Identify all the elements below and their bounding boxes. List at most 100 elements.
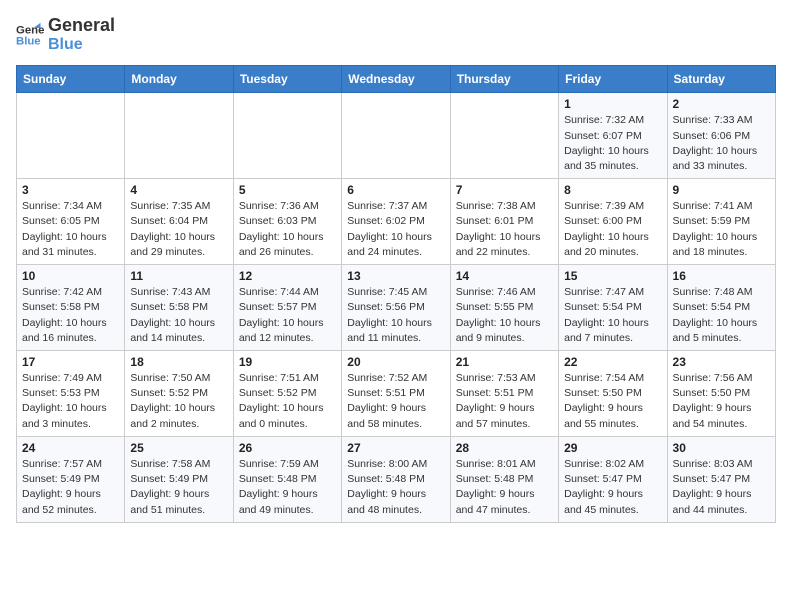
- calendar-cell: 20 Sunrise: 7:52 AM Sunset: 5:51 PM Dayli…: [342, 351, 450, 437]
- calendar-cell: [233, 93, 341, 179]
- calendar-cell: 17 Sunrise: 7:49 AM Sunset: 5:53 PM Dayli…: [17, 351, 125, 437]
- day-number: 25: [130, 441, 227, 455]
- calendar-week-3: 10 Sunrise: 7:42 AM Sunset: 5:58 PM Dayli…: [17, 265, 776, 351]
- calendar-cell: 16 Sunrise: 7:48 AM Sunset: 5:54 PM Dayli…: [667, 265, 775, 351]
- day-info: Sunrise: 7:58 AM Sunset: 5:49 PM Dayligh…: [130, 457, 227, 518]
- calendar-cell: 22 Sunrise: 7:54 AM Sunset: 5:50 PM Dayli…: [559, 351, 667, 437]
- day-info: Sunrise: 7:43 AM Sunset: 5:58 PM Dayligh…: [130, 285, 227, 346]
- day-info: Sunrise: 7:34 AM Sunset: 6:05 PM Dayligh…: [22, 199, 119, 260]
- day-info: Sunrise: 7:53 AM Sunset: 5:51 PM Dayligh…: [456, 371, 553, 432]
- day-info: Sunrise: 7:33 AM Sunset: 6:06 PM Dayligh…: [673, 113, 770, 174]
- day-info: Sunrise: 8:03 AM Sunset: 5:47 PM Dayligh…: [673, 457, 770, 518]
- calendar-week-5: 24 Sunrise: 7:57 AM Sunset: 5:49 PM Dayli…: [17, 436, 776, 522]
- day-number: 22: [564, 355, 661, 369]
- day-number: 11: [130, 269, 227, 283]
- day-info: Sunrise: 7:47 AM Sunset: 5:54 PM Dayligh…: [564, 285, 661, 346]
- day-info: Sunrise: 7:36 AM Sunset: 6:03 PM Dayligh…: [239, 199, 336, 260]
- day-info: Sunrise: 7:39 AM Sunset: 6:00 PM Dayligh…: [564, 199, 661, 260]
- day-info: Sunrise: 8:02 AM Sunset: 5:47 PM Dayligh…: [564, 457, 661, 518]
- day-number: 20: [347, 355, 444, 369]
- day-number: 15: [564, 269, 661, 283]
- day-number: 30: [673, 441, 770, 455]
- day-number: 27: [347, 441, 444, 455]
- calendar-cell: 5Sunrise: 7:36 AM Sunset: 6:03 PM Daylig…: [233, 179, 341, 265]
- day-info: Sunrise: 7:54 AM Sunset: 5:50 PM Dayligh…: [564, 371, 661, 432]
- day-info: Sunrise: 7:45 AM Sunset: 5:56 PM Dayligh…: [347, 285, 444, 346]
- day-number: 16: [673, 269, 770, 283]
- day-info: Sunrise: 7:51 AM Sunset: 5:52 PM Dayligh…: [239, 371, 336, 432]
- weekday-header-sunday: Sunday: [17, 66, 125, 93]
- logo-general: General: [48, 16, 115, 36]
- weekday-header-friday: Friday: [559, 66, 667, 93]
- calendar-cell: [125, 93, 233, 179]
- day-info: Sunrise: 7:57 AM Sunset: 5:49 PM Dayligh…: [22, 457, 119, 518]
- day-info: Sunrise: 7:35 AM Sunset: 6:04 PM Dayligh…: [130, 199, 227, 260]
- day-number: 21: [456, 355, 553, 369]
- calendar-cell: 21 Sunrise: 7:53 AM Sunset: 5:51 PM Dayli…: [450, 351, 558, 437]
- calendar-cell: 15 Sunrise: 7:47 AM Sunset: 5:54 PM Dayli…: [559, 265, 667, 351]
- day-number: 24: [22, 441, 119, 455]
- day-number: 12: [239, 269, 336, 283]
- calendar-cell: [17, 93, 125, 179]
- weekday-header-monday: Monday: [125, 66, 233, 93]
- calendar-week-2: 3 Sunrise: 7:34 AM Sunset: 6:05 PM Daylig…: [17, 179, 776, 265]
- day-info: Sunrise: 8:00 AM Sunset: 5:48 PM Dayligh…: [347, 457, 444, 518]
- day-number: 28: [456, 441, 553, 455]
- calendar-cell: 9 Sunrise: 7:41 AM Sunset: 5:59 PM Daylig…: [667, 179, 775, 265]
- day-number: 23: [673, 355, 770, 369]
- calendar-cell: 23 Sunrise: 7:56 AM Sunset: 5:50 PM Dayli…: [667, 351, 775, 437]
- day-info: Sunrise: 7:38 AM Sunset: 6:01 PM Dayligh…: [456, 199, 553, 260]
- day-info: Sunrise: 7:32 AM Sunset: 6:07 PM Dayligh…: [564, 113, 661, 174]
- calendar-cell: 28Sunrise: 8:01 AM Sunset: 5:48 PM Dayli…: [450, 436, 558, 522]
- day-info: Sunrise: 7:41 AM Sunset: 5:59 PM Dayligh…: [673, 199, 770, 260]
- logo-blue-text: Blue: [48, 36, 115, 54]
- calendar-header: SundayMondayTuesdayWednesdayThursdayFrid…: [17, 66, 776, 93]
- calendar-cell: 2Sunrise: 7:33 AM Sunset: 6:06 PM Daylig…: [667, 93, 775, 179]
- calendar-cell: 4 Sunrise: 7:35 AM Sunset: 6:04 PM Daylig…: [125, 179, 233, 265]
- calendar-cell: 6Sunrise: 7:37 AM Sunset: 6:02 PM Daylig…: [342, 179, 450, 265]
- day-info: Sunrise: 7:44 AM Sunset: 5:57 PM Dayligh…: [239, 285, 336, 346]
- logo: General Blue General Blue: [16, 16, 115, 53]
- calendar-cell: [342, 93, 450, 179]
- calendar-week-1: 1 Sunrise: 7:32 AM Sunset: 6:07 PM Daylig…: [17, 93, 776, 179]
- calendar-cell: [450, 93, 558, 179]
- calendar-cell: 25 Sunrise: 7:58 AM Sunset: 5:49 PM Dayli…: [125, 436, 233, 522]
- day-info: Sunrise: 7:42 AM Sunset: 5:58 PM Dayligh…: [22, 285, 119, 346]
- day-info: Sunrise: 7:49 AM Sunset: 5:53 PM Dayligh…: [22, 371, 119, 432]
- calendar-cell: 30 Sunrise: 8:03 AM Sunset: 5:47 PM Dayli…: [667, 436, 775, 522]
- weekday-header-tuesday: Tuesday: [233, 66, 341, 93]
- day-number: 9: [673, 183, 770, 197]
- calendar-cell: 11 Sunrise: 7:43 AM Sunset: 5:58 PM Dayli…: [125, 265, 233, 351]
- calendar-cell: 26 Sunrise: 7:59 AM Sunset: 5:48 PM Dayli…: [233, 436, 341, 522]
- weekday-header-wednesday: Wednesday: [342, 66, 450, 93]
- day-info: Sunrise: 7:59 AM Sunset: 5:48 PM Dayligh…: [239, 457, 336, 518]
- day-number: 7: [456, 183, 553, 197]
- day-number: 17: [22, 355, 119, 369]
- day-number: 18: [130, 355, 227, 369]
- day-info: Sunrise: 7:56 AM Sunset: 5:50 PM Dayligh…: [673, 371, 770, 432]
- calendar-cell: 1 Sunrise: 7:32 AM Sunset: 6:07 PM Daylig…: [559, 93, 667, 179]
- day-number: 13: [347, 269, 444, 283]
- calendar-cell: 8Sunrise: 7:39 AM Sunset: 6:00 PM Daylig…: [559, 179, 667, 265]
- day-number: 26: [239, 441, 336, 455]
- day-info: Sunrise: 7:48 AM Sunset: 5:54 PM Dayligh…: [673, 285, 770, 346]
- weekday-header-thursday: Thursday: [450, 66, 558, 93]
- day-number: 10: [22, 269, 119, 283]
- calendar-cell: 10 Sunrise: 7:42 AM Sunset: 5:58 PM Dayli…: [17, 265, 125, 351]
- logo-icon: General Blue: [16, 21, 44, 49]
- day-info: Sunrise: 7:52 AM Sunset: 5:51 PM Dayligh…: [347, 371, 444, 432]
- day-number: 4: [130, 183, 227, 197]
- day-number: 6: [347, 183, 444, 197]
- calendar-cell: 13 Sunrise: 7:45 AM Sunset: 5:56 PM Dayli…: [342, 265, 450, 351]
- page-header: General Blue General Blue: [16, 16, 776, 53]
- calendar-cell: 7 Sunrise: 7:38 AM Sunset: 6:01 PM Daylig…: [450, 179, 558, 265]
- day-number: 19: [239, 355, 336, 369]
- day-info: Sunrise: 7:50 AM Sunset: 5:52 PM Dayligh…: [130, 371, 227, 432]
- day-number: 3: [22, 183, 119, 197]
- calendar-cell: 14Sunrise: 7:46 AM Sunset: 5:55 PM Dayli…: [450, 265, 558, 351]
- calendar-cell: 12 Sunrise: 7:44 AM Sunset: 5:57 PM Dayli…: [233, 265, 341, 351]
- calendar-cell: 3 Sunrise: 7:34 AM Sunset: 6:05 PM Daylig…: [17, 179, 125, 265]
- day-number: 1: [564, 97, 661, 111]
- calendar-cell: 29Sunrise: 8:02 AM Sunset: 5:47 PM Dayli…: [559, 436, 667, 522]
- calendar-cell: 18 Sunrise: 7:50 AM Sunset: 5:52 PM Dayli…: [125, 351, 233, 437]
